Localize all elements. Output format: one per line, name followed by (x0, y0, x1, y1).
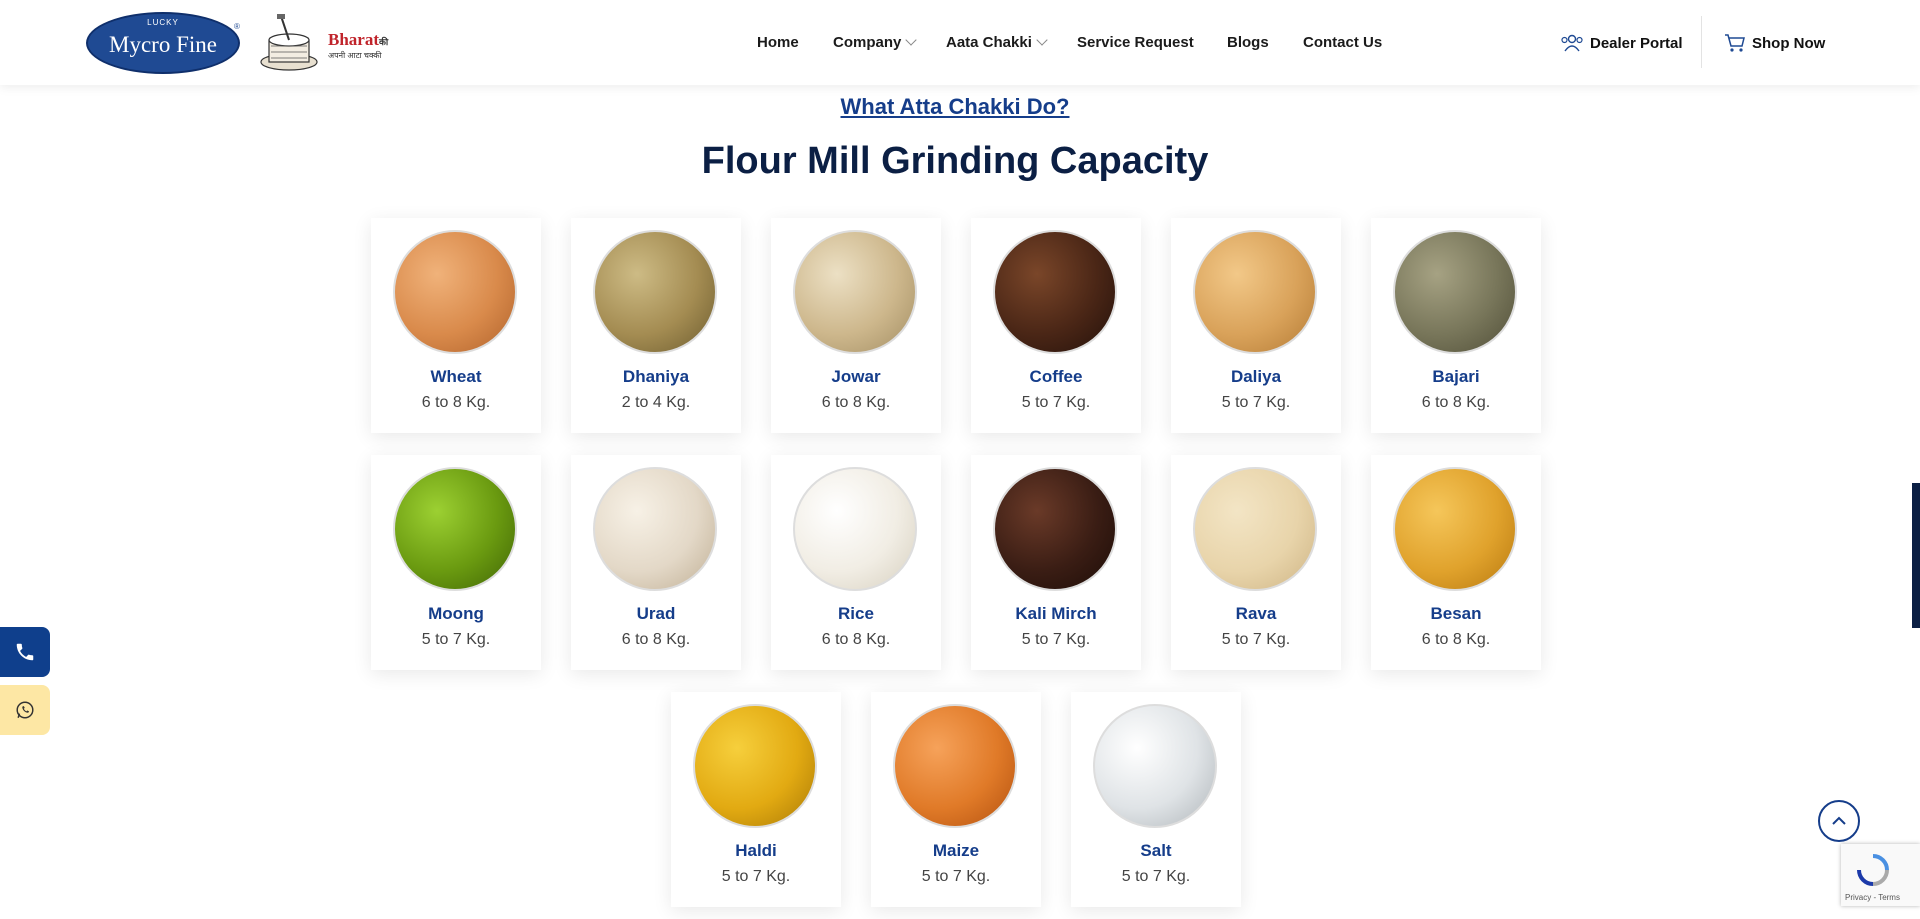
capacity-card-moong: Moong 5 to 7 Kg. (371, 455, 541, 670)
shop-now-label: Shop Now (1752, 34, 1826, 52)
section-title: Flour Mill Grinding Capacity (701, 140, 1209, 182)
capacity-card-maize: Maize 5 to 7 Kg. (871, 692, 1041, 907)
item-capacity: 6 to 8 Kg. (421, 394, 491, 411)
site-header: LUCKY Mycro Fine ® Bharatकी अपनी आटा चक्… (0, 0, 1920, 85)
dealer-portal-link[interactable]: Dealer Portal (1560, 33, 1683, 53)
urad-image (593, 467, 717, 591)
capacity-card-kali-mirch: Kali Mirch 5 to 7 Kg. (971, 455, 1141, 670)
jowar-image (793, 230, 917, 354)
nav-contact-us[interactable]: Contact Us (1303, 34, 1382, 51)
haldi-image (693, 704, 817, 828)
coffee-image (993, 230, 1117, 354)
nav-company-label: Company (833, 34, 902, 51)
maize-image (893, 704, 1017, 828)
whatsapp-icon (16, 701, 34, 719)
nav-company[interactable]: Company (833, 34, 918, 51)
logo-top-text: LUCKY (147, 18, 179, 27)
recaptcha-icon (1857, 854, 1889, 886)
daliya-image (1193, 230, 1317, 354)
item-capacity: 5 to 7 Kg. (1221, 631, 1291, 648)
item-capacity: 6 to 8 Kg. (821, 631, 891, 648)
rice-image (793, 467, 917, 591)
item-capacity: 5 to 7 Kg. (1221, 394, 1291, 411)
item-name: Bajari (1432, 367, 1480, 386)
capacity-card-coffee: Coffee 5 to 7 Kg. (971, 218, 1141, 433)
rava-image (1193, 467, 1317, 591)
scroll-to-top-button[interactable] (1818, 800, 1860, 842)
cart-icon (1725, 34, 1745, 52)
salt-image (1093, 704, 1217, 828)
item-name: Jowar (831, 367, 881, 386)
capacity-card-wheat: Wheat 6 to 8 Kg. (371, 218, 541, 433)
item-name: Salt (1140, 841, 1172, 860)
nav-home[interactable]: Home (757, 34, 799, 51)
atta-chakki-illustration-icon (260, 14, 318, 71)
item-name: Kali Mirch (1015, 604, 1097, 623)
item-capacity: 6 to 8 Kg. (1421, 631, 1491, 648)
item-name: Daliya (1230, 367, 1282, 386)
capacity-card-salt: Salt 5 to 7 Kg. (1071, 692, 1241, 907)
capacity-card-rice: Rice 6 to 8 Kg. (771, 455, 941, 670)
item-capacity: 6 to 8 Kg. (821, 394, 891, 411)
item-name: Rava (1235, 604, 1277, 623)
item-name: Dhaniya (622, 367, 690, 386)
bharat-title: Bharat (328, 30, 379, 49)
item-capacity: 5 to 7 Kg. (1121, 868, 1191, 885)
bharat-suffix: की (379, 37, 389, 47)
item-name: Besan (1430, 604, 1482, 623)
item-capacity: 5 to 7 Kg. (721, 868, 791, 885)
whatsapp-button[interactable] (0, 685, 50, 735)
chevron-down-icon (905, 34, 918, 46)
nav-blogs[interactable]: Blogs (1227, 34, 1269, 51)
item-capacity: 6 to 8 Kg. (621, 631, 691, 648)
capacity-card-rava: Rava 5 to 7 Kg. (1171, 455, 1341, 670)
header-divider (1701, 16, 1702, 68)
phone-icon (16, 643, 34, 661)
item-capacity: 5 to 7 Kg. (1021, 394, 1091, 411)
item-capacity: 2 to 4 Kg. (621, 394, 691, 411)
capacity-card-urad: Urad 6 to 8 Kg. (571, 455, 741, 670)
kali-mirch-image (993, 467, 1117, 591)
wheat-image (393, 230, 517, 354)
registered-mark: ® (234, 22, 240, 31)
bharat-tagline: अपनी आटा चक्की (328, 51, 382, 60)
recaptcha-links: Privacy - Terms (1845, 893, 1900, 902)
mycro-fine-logo[interactable]: LUCKY Mycro Fine (86, 12, 240, 74)
chevron-down-icon (1036, 34, 1048, 46)
nav-aata-chakki-label: Aata Chakki (946, 34, 1032, 51)
bajari-image (1393, 230, 1517, 354)
item-capacity: 6 to 8 Kg. (1421, 394, 1491, 411)
capacity-card-haldi: Haldi 5 to 7 Kg. (671, 692, 841, 907)
shop-now-link[interactable]: Shop Now (1724, 33, 1825, 53)
item-name: Moong (428, 604, 484, 623)
item-name: Rice (838, 604, 874, 623)
users-icon (1561, 34, 1583, 52)
nav-service-request[interactable]: Service Request (1077, 34, 1194, 51)
item-capacity: 5 to 7 Kg. (921, 868, 991, 885)
item-name: Maize (932, 841, 980, 860)
item-name: Wheat (430, 367, 482, 386)
capacity-card-jowar: Jowar 6 to 8 Kg. (771, 218, 941, 433)
dealer-portal-label: Dealer Portal (1590, 34, 1683, 52)
side-feedback-tab[interactable] (1912, 483, 1920, 628)
call-button[interactable] (0, 627, 50, 677)
capacity-card-daliya: Daliya 5 to 7 Kg. (1171, 218, 1341, 433)
item-name: Urad (636, 604, 676, 623)
what-atta-chakki-do-link[interactable]: What Atta Chakki Do? (0, 94, 1910, 120)
item-name: Haldi (735, 841, 777, 860)
moong-image (393, 467, 517, 591)
item-capacity: 5 to 7 Kg. (1021, 631, 1091, 648)
capacity-card-bajari: Bajari 6 to 8 Kg. (1371, 218, 1541, 433)
logo-main-text: Mycro Fine (109, 32, 217, 57)
recaptcha-badge[interactable]: Privacy - Terms (1841, 844, 1920, 906)
item-capacity: 5 to 7 Kg. (421, 631, 491, 648)
capacity-card-besan: Besan 6 to 8 Kg. (1371, 455, 1541, 670)
bharat-brand-title: Bharatकी (328, 30, 388, 50)
chevron-up-icon (1832, 816, 1846, 825)
item-name: Coffee (1029, 367, 1083, 386)
nav-aata-chakki[interactable]: Aata Chakki (946, 34, 1048, 51)
capacity-card-dhaniya: Dhaniya 2 to 4 Kg. (571, 218, 741, 433)
dhaniya-image (593, 230, 717, 354)
besan-image (1393, 467, 1517, 591)
